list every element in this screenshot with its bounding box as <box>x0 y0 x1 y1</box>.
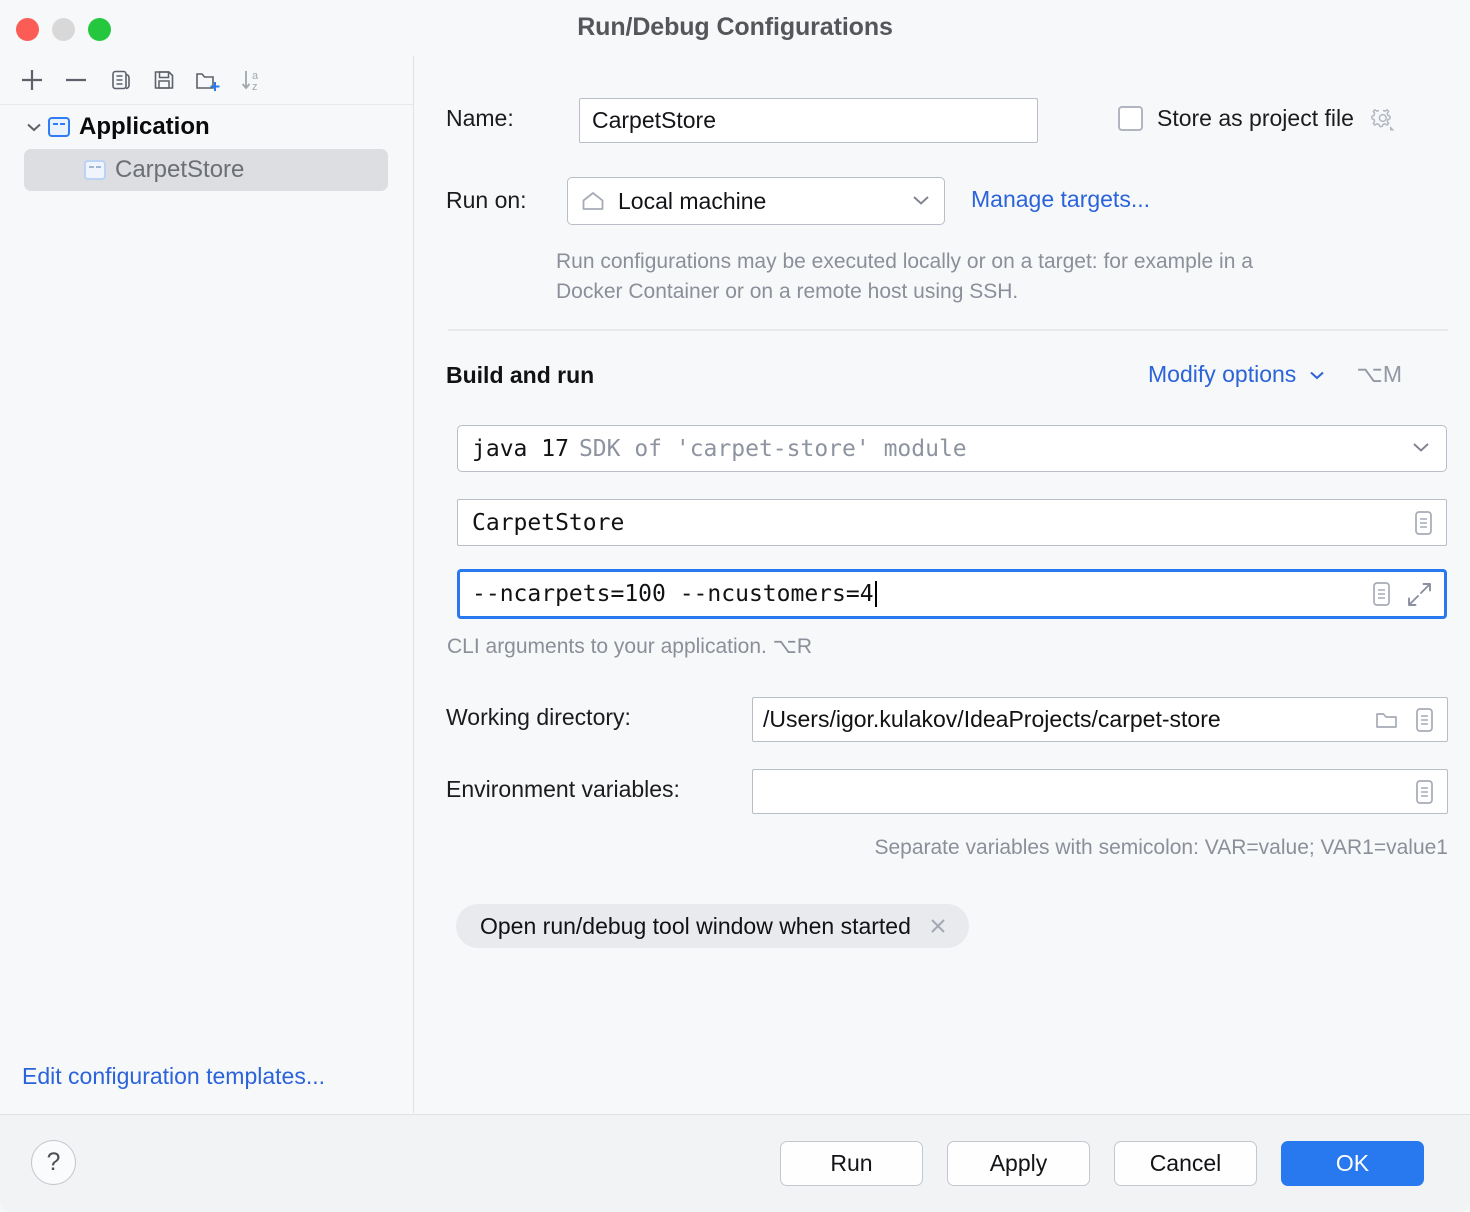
text-caret <box>875 581 877 607</box>
sdk-value: java 17 <box>472 436 569 462</box>
browse-list-icon[interactable] <box>1368 579 1394 609</box>
expand-editor-icon[interactable] <box>1404 579 1434 609</box>
option-pill-label: Open run/debug tool window when started <box>480 913 911 940</box>
dialog-buttons: Run Apply Cancel OK <box>780 1141 1424 1186</box>
chevron-down-icon[interactable] <box>910 192 932 208</box>
sidebar-item-carpetstore[interactable]: CarpetStore <box>24 149 388 191</box>
environment-variables-field-icons <box>1411 770 1437 813</box>
apply-button[interactable]: Apply <box>947 1141 1090 1186</box>
browse-list-icon[interactable] <box>1411 705 1437 735</box>
run-on-description: Run configurations may be executed local… <box>556 247 1286 307</box>
application-config-icon <box>84 160 106 180</box>
main-class-value: CarpetStore <box>472 510 624 536</box>
run-debug-configurations-dialog: Run/Debug Configurations <box>0 0 1470 1212</box>
copy-configuration-button[interactable] <box>100 61 140 99</box>
tree-item-label: CarpetStore <box>115 156 244 184</box>
gear-icon[interactable] <box>1368 103 1398 133</box>
environment-variables-label: Environment variables: <box>446 776 680 803</box>
tree-group-application[interactable]: Application <box>0 105 414 149</box>
add-configuration-button[interactable] <box>12 61 52 99</box>
remove-configuration-button[interactable] <box>56 61 96 99</box>
working-directory-value: /Users/igor.kulakov/IdeaProjects/carpet-… <box>763 706 1221 733</box>
section-divider <box>448 329 1448 331</box>
chevron-down-icon[interactable] <box>1410 439 1432 455</box>
working-directory-label: Working directory: <box>446 704 631 731</box>
configurations-sidebar: a z Application CarpetStore Edit confi <box>0 56 414 1113</box>
name-input[interactable] <box>579 98 1038 143</box>
dialog-footer: ? Run Apply Cancel OK <box>0 1114 1470 1212</box>
working-directory-input[interactable]: /Users/igor.kulakov/IdeaProjects/carpet-… <box>752 697 1448 742</box>
main-class-input[interactable]: CarpetStore <box>457 499 1447 546</box>
option-pill-open-run-debug-tool-window[interactable]: Open run/debug tool window when started <box>456 904 969 948</box>
save-configuration-button[interactable] <box>144 61 184 99</box>
cancel-button[interactable]: Cancel <box>1114 1141 1257 1186</box>
tree-group-label: Application <box>79 113 210 141</box>
modify-options-row: Modify options ⌥M <box>1148 361 1402 388</box>
environment-variables-input[interactable] <box>752 769 1448 814</box>
program-arguments-value: --ncarpets=100 --ncustomers=4 <box>472 581 874 607</box>
browse-list-icon[interactable] <box>1410 508 1436 538</box>
title-bar: Run/Debug Configurations <box>0 0 1470 56</box>
chevron-down-icon[interactable] <box>1307 368 1327 382</box>
name-label: Name: <box>446 105 514 132</box>
store-as-project-file-label: Store as project file <box>1157 105 1354 132</box>
run-on-value: Local machine <box>618 188 766 215</box>
program-arguments-input[interactable]: --ncarpets=100 --ncustomers=4 <box>457 569 1447 619</box>
store-as-project-file-row: Store as project file <box>1118 103 1398 133</box>
modify-options-shortcut: ⌥M <box>1356 361 1402 388</box>
home-icon <box>580 189 606 213</box>
window-title: Run/Debug Configurations <box>0 13 1470 42</box>
help-button[interactable]: ? <box>31 1140 76 1185</box>
new-folder-button[interactable] <box>188 61 228 99</box>
svg-text:z: z <box>252 81 258 93</box>
working-directory-field-icons <box>1373 698 1437 741</box>
folder-browse-icon[interactable] <box>1373 707 1401 733</box>
manage-targets-link[interactable]: Manage targets... <box>971 186 1150 213</box>
chevron-down-icon[interactable] <box>20 120 48 134</box>
store-as-project-file-checkbox[interactable] <box>1118 106 1143 131</box>
program-arguments-hint: CLI arguments to your application. ⌥R <box>447 634 812 659</box>
edit-configuration-templates-link[interactable]: Edit configuration templates... <box>22 1063 325 1090</box>
run-on-dropdown[interactable]: Local machine <box>567 177 945 225</box>
environment-variables-hint: Separate variables with semicolon: VAR=v… <box>874 836 1448 860</box>
build-and-run-heading: Build and run <box>446 362 594 389</box>
configuration-form: Name: Store as project file Run on: <box>415 56 1470 1113</box>
application-config-icon <box>48 117 70 137</box>
modify-options-link[interactable]: Modify options <box>1148 361 1296 388</box>
run-button[interactable]: Run <box>780 1141 923 1186</box>
run-on-label: Run on: <box>446 187 527 214</box>
configurations-tree: Application CarpetStore <box>0 105 414 191</box>
sidebar-toolbar: a z <box>0 56 414 105</box>
main-class-field-icons <box>1410 500 1436 545</box>
sdk-description: SDK of 'carpet-store' module <box>579 436 967 462</box>
close-icon[interactable] <box>927 915 949 937</box>
sort-configurations-button[interactable]: a z <box>232 61 272 99</box>
browse-list-icon[interactable] <box>1411 777 1437 807</box>
sdk-dropdown[interactable]: java 17 SDK of 'carpet-store' module <box>457 425 1447 472</box>
ok-button[interactable]: OK <box>1281 1141 1424 1186</box>
program-arguments-field-icons <box>1368 572 1434 616</box>
